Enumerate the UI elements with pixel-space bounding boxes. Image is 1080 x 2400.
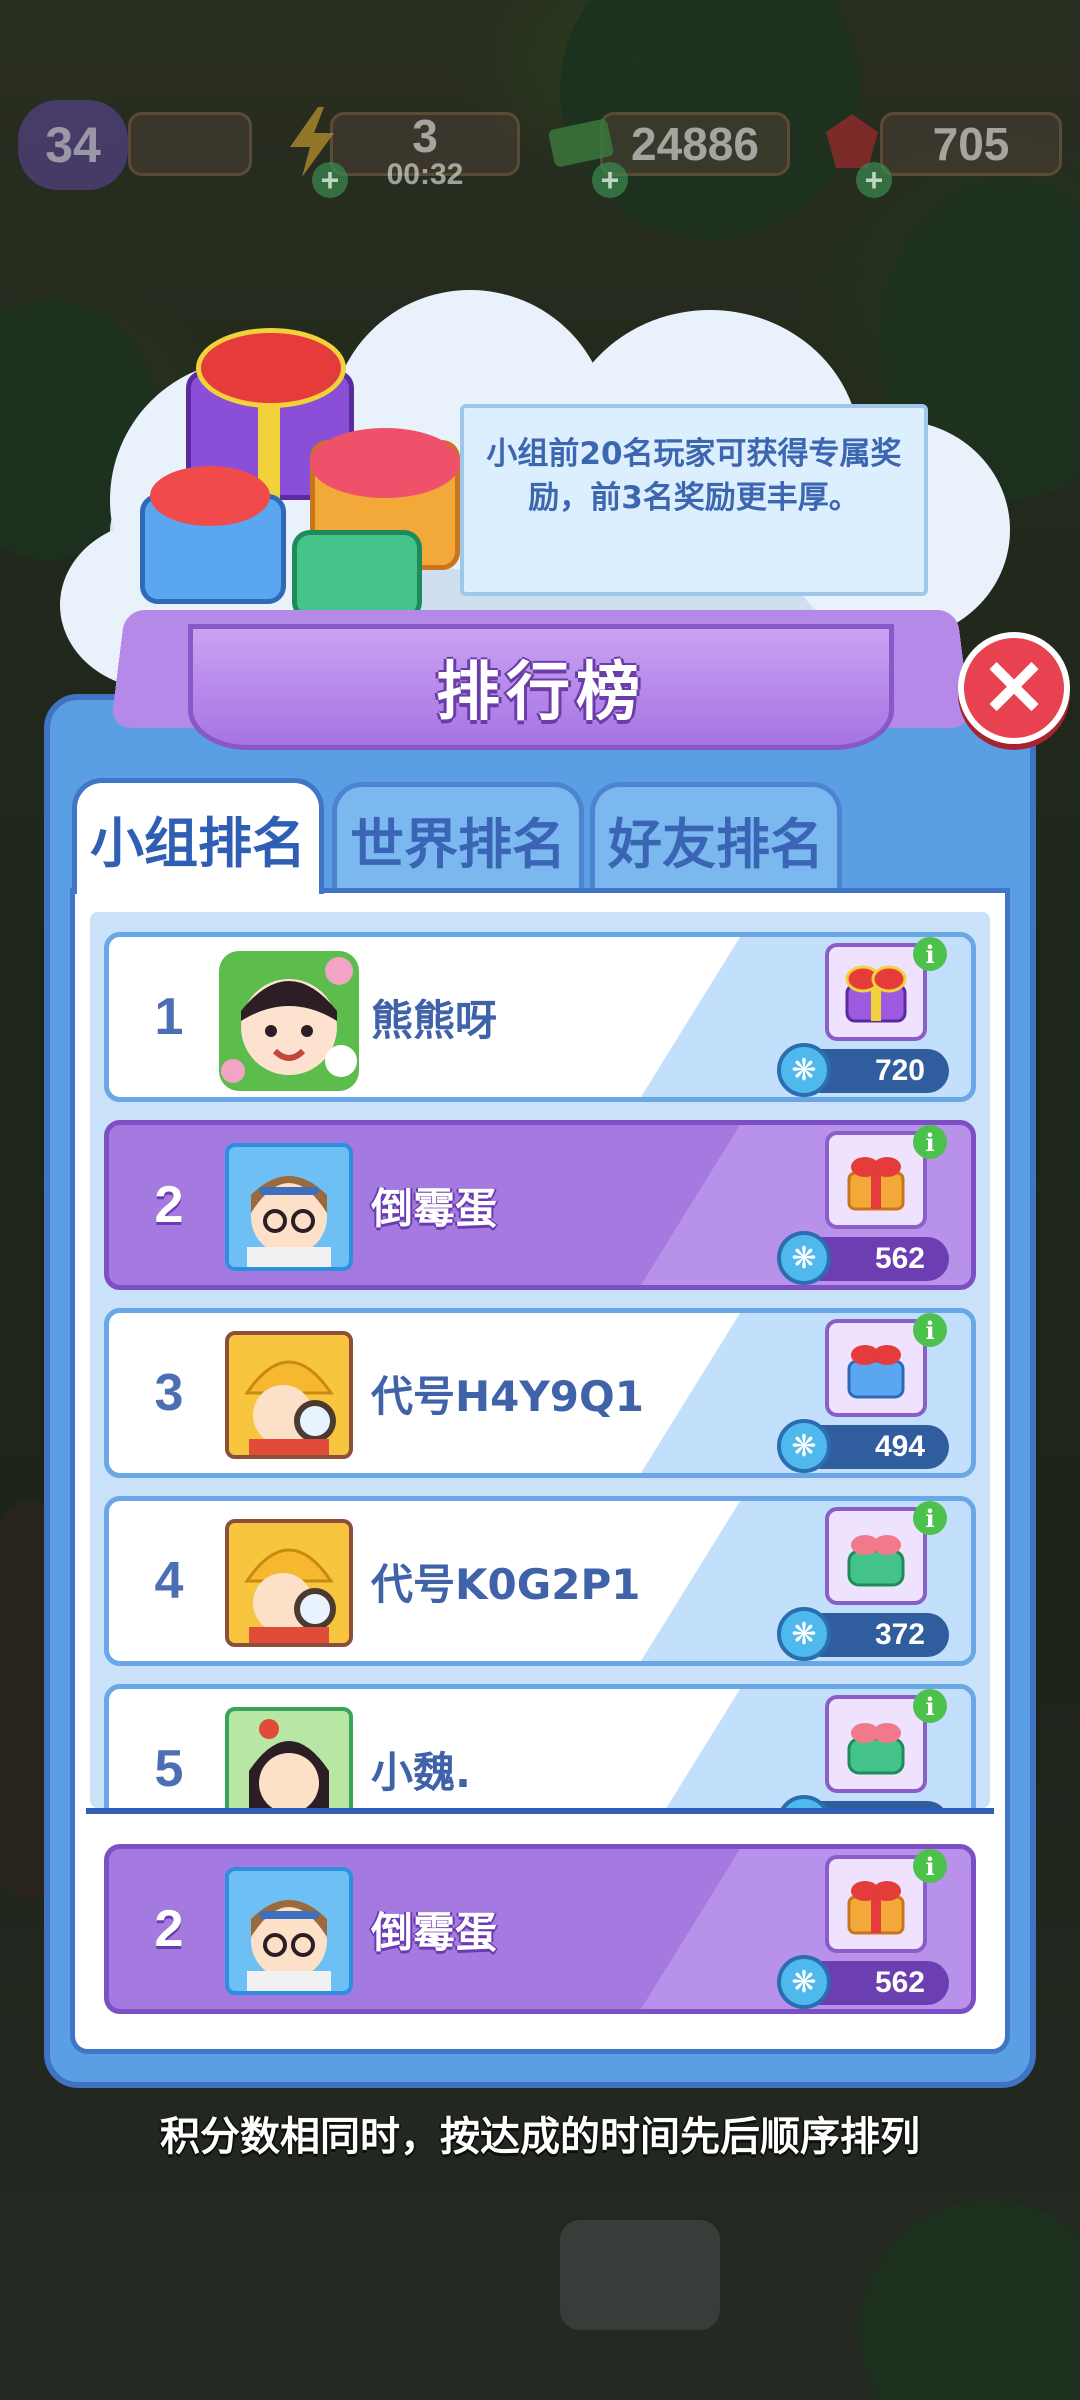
reward-gift-box[interactable] [825, 1507, 927, 1605]
info-icon[interactable]: i [913, 1501, 947, 1535]
energy-value: 3 [412, 110, 438, 162]
panel-title: 排行榜 [188, 624, 894, 750]
fish-point-icon: ❋ [777, 1955, 831, 2009]
orange-gift-icon [847, 1157, 905, 1211]
rank-number: 1 [154, 988, 184, 1046]
reward-gift-box[interactable] [825, 943, 927, 1041]
glasses-girl-avatar[interactable] [225, 1867, 353, 1995]
player-name: 熊熊呀 [371, 995, 498, 1045]
tab-group-ranking[interactable]: 小组排名 [72, 778, 324, 894]
level-progress [128, 112, 252, 176]
info-icon[interactable]: i [913, 1689, 947, 1723]
close-button[interactable]: ✕ [958, 632, 1070, 744]
player-name: 倒霉蛋 [371, 1907, 498, 1957]
list-divider [86, 1808, 994, 1814]
table-row[interactable]: 4 代号K0G2P1 i 372 ❋ [104, 1496, 976, 1666]
table-row[interactable]: 5 小魏. i ❋ [104, 1684, 976, 1808]
info-icon[interactable]: i [913, 1849, 947, 1883]
detective-avatar[interactable] [225, 1519, 353, 1647]
green-gift-icon [847, 1535, 905, 1587]
rank-number: 5 [154, 1740, 184, 1798]
player-name: 小魏. [371, 1747, 471, 1797]
reward-gift-box[interactable] [825, 1695, 927, 1793]
fish-point-icon: ❋ [777, 1419, 831, 1473]
detective-avatar[interactable] [225, 1331, 353, 1459]
title-banner: 排行榜 [110, 588, 972, 756]
fish-point-icon: ❋ [777, 1043, 831, 1097]
blue-gift-icon [847, 1345, 905, 1399]
green-gift-icon [847, 1723, 905, 1775]
reward-tooltip-text: 小组前20名玩家可获得专属奖励，前3名奖励更丰厚。 [486, 436, 902, 516]
tab-label: 小组排名 [90, 812, 306, 875]
fish-point-icon: ❋ [777, 1231, 831, 1285]
player-name: 代号H4Y9Q1 [371, 1371, 644, 1421]
glasses-girl-avatar[interactable] [225, 1143, 353, 1271]
flower-frame-avatar[interactable] [209, 941, 369, 1097]
cash-value: 24886 [631, 118, 759, 170]
orange-gift-icon [847, 1881, 905, 1935]
info-icon[interactable]: i [913, 1313, 947, 1347]
tie-rule-note: 积分数相同时，按达成的时间先后顺序排列 [160, 2114, 920, 2160]
reward-gift-box[interactable] [825, 1319, 927, 1417]
tab-friend-ranking[interactable]: 好友排名 [590, 782, 842, 892]
add-cash-button[interactable]: + [592, 162, 628, 198]
ranking-list[interactable]: 1 熊熊呀 i 720 ❋ 2 倒霉蛋 i 562 ❋ 3 代号H4Y9Q1 i… [90, 912, 990, 1808]
info-icon[interactable]: i [913, 937, 947, 971]
rank-number: 4 [154, 1552, 184, 1610]
purple-gift-icon [845, 965, 907, 1023]
rank-number: 2 [154, 1176, 184, 1234]
reward-gift-box[interactable] [825, 1131, 927, 1229]
reward-tooltip: 小组前20名玩家可获得专属奖励，前3名奖励更丰厚。 [460, 404, 928, 596]
add-energy-button[interactable]: + [312, 162, 348, 198]
gem-value: 705 [932, 118, 1010, 170]
tab-world-ranking[interactable]: 世界排名 [332, 782, 584, 892]
info-icon[interactable]: i [913, 1125, 947, 1159]
table-row[interactable]: 3 代号H4Y9Q1 i 494 ❋ [104, 1308, 976, 1478]
red-bow-icon [196, 328, 346, 408]
table-row-me[interactable]: 2 倒霉蛋 i 562 ❋ [104, 1120, 976, 1290]
table-row[interactable]: 1 熊熊呀 i 720 ❋ [104, 932, 976, 1102]
my-rank-row[interactable]: 2 倒霉蛋 i 562 ❋ [104, 1844, 976, 2014]
rank-number: 2 [154, 1900, 184, 1958]
player-name: 代号K0G2P1 [371, 1559, 641, 1609]
cash-counter[interactable]: 24886 [600, 112, 790, 176]
add-gem-button[interactable]: + [856, 162, 892, 198]
close-icon: ✕ [981, 644, 1047, 732]
rank-number: 3 [154, 1364, 184, 1422]
black-hair-girl-avatar[interactable] [225, 1707, 353, 1808]
tab-label: 好友排名 [608, 813, 824, 876]
player-name: 倒霉蛋 [371, 1183, 498, 1233]
level-badge[interactable]: 34 [18, 100, 128, 190]
reward-gift-box[interactable] [825, 1855, 927, 1953]
fish-point-icon: ❋ [777, 1607, 831, 1661]
status-bar: 34 3 + 00:32 24886 + 705 + [0, 100, 1080, 198]
tab-label: 世界排名 [350, 813, 566, 876]
energy-timer: 00:32 [386, 158, 464, 191]
gem-counter[interactable]: 705 [880, 112, 1062, 176]
